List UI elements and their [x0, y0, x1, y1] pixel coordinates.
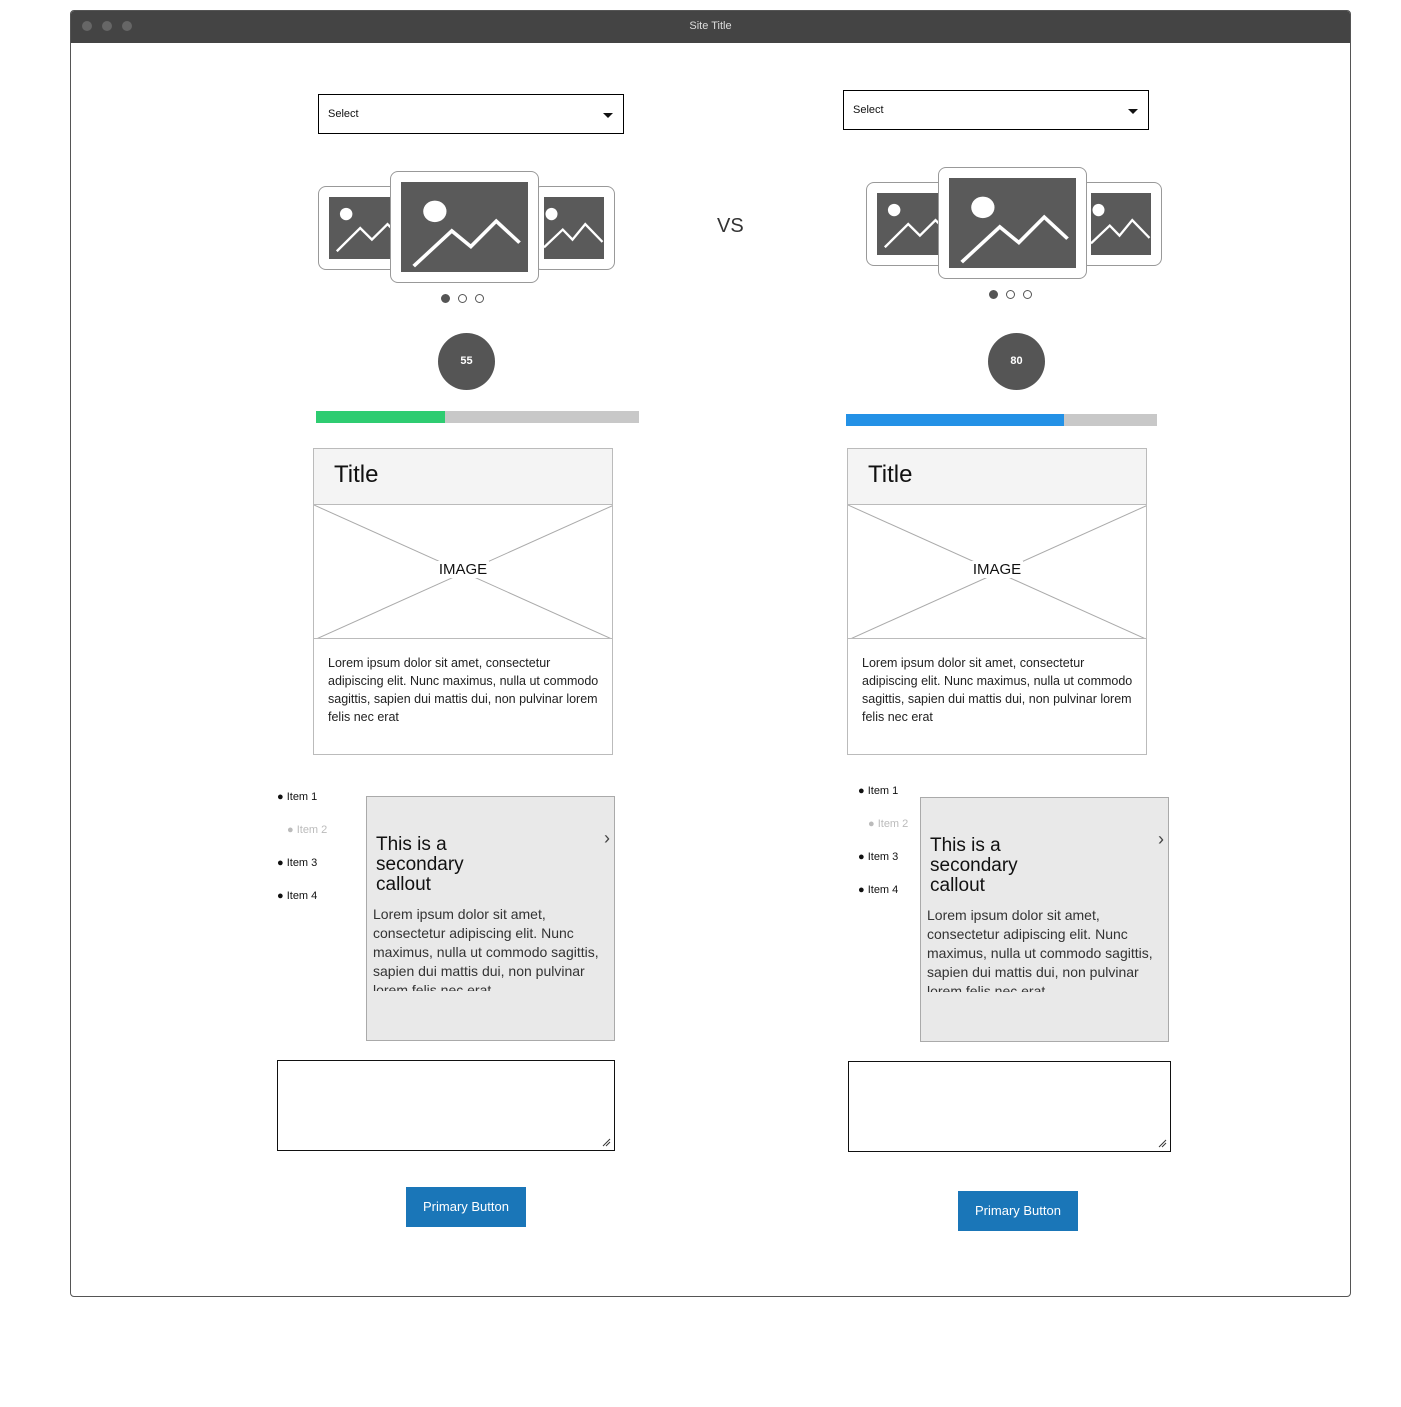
right-progress-bar	[846, 414, 1157, 426]
left-carousel-dots	[441, 294, 484, 303]
card-header: Title	[314, 449, 612, 504]
right-select-dropdown[interactable]: Select	[843, 90, 1149, 130]
left-progress-fill	[316, 411, 446, 423]
left-textarea[interactable]	[277, 1060, 615, 1151]
list-item[interactable]: ● Item 4	[858, 884, 898, 896]
chevron-right-icon[interactable]: ›	[604, 828, 610, 849]
right-carousel-dots	[989, 290, 1032, 299]
carousel-dot[interactable]	[1006, 290, 1015, 299]
carousel-dot[interactable]	[1023, 290, 1032, 299]
right-content-card: Title IMAGE Lorem ipsum dolor sit amet, …	[847, 448, 1147, 755]
carousel-dot[interactable]	[475, 294, 484, 303]
right-primary-button[interactable]: Primary Button	[958, 1191, 1078, 1231]
left-primary-button[interactable]: Primary Button	[406, 1187, 526, 1227]
image-label: IMAGE	[436, 561, 490, 578]
right-progress-fill	[846, 414, 1064, 426]
app-window: Site Title Select 55 Title IMAGE Lorem i…	[70, 10, 1351, 1297]
list-item[interactable]: ● Item 3	[858, 851, 898, 863]
carousel-dot[interactable]	[458, 294, 467, 303]
right-carousel-active-image[interactable]	[938, 167, 1087, 279]
left-secondary-callout: This is a secondary callout › Lorem ipsu…	[366, 796, 615, 1041]
image-placeholder-icon	[960, 196, 1069, 264]
right-carousel-next-image[interactable]	[1080, 182, 1162, 266]
left-carousel-active-image[interactable]	[390, 171, 539, 283]
list-item[interactable]: ● Item 1	[277, 791, 317, 803]
card-header: Title	[848, 449, 1146, 504]
resize-grip-icon[interactable]	[1157, 1138, 1167, 1148]
card-image-placeholder: IMAGE	[848, 504, 1146, 639]
list-item[interactable]: ● Item 2	[868, 818, 908, 830]
image-placeholder-icon	[544, 207, 604, 249]
resize-grip-icon[interactable]	[601, 1137, 611, 1147]
right-score-badge: 80	[988, 333, 1045, 390]
left-select-dropdown[interactable]: Select	[318, 94, 624, 134]
left-score-badge: 55	[438, 333, 495, 390]
list-item[interactable]: ● Item 4	[277, 890, 317, 902]
chevron-down-icon	[603, 113, 613, 118]
right-secondary-callout: This is a secondary callout › Lorem ipsu…	[920, 797, 1169, 1042]
image-label: IMAGE	[970, 561, 1024, 578]
card-body-text: Lorem ipsum dolor sit amet, consectetur …	[328, 656, 599, 724]
left-content-card: Title IMAGE Lorem ipsum dolor sit amet, …	[313, 448, 613, 755]
card-image-placeholder: IMAGE	[314, 504, 612, 639]
right-textarea[interactable]	[848, 1061, 1171, 1152]
callout-body: Lorem ipsum dolor sit amet, consectetur …	[927, 907, 1153, 992]
chevron-right-icon[interactable]: ›	[1158, 829, 1164, 850]
vs-label: VS	[717, 215, 744, 237]
card-title: Title	[334, 461, 379, 488]
callout-title: This is a secondary callout	[930, 835, 1018, 896]
chevron-down-icon	[1128, 109, 1138, 114]
left-progress-bar	[316, 411, 639, 423]
right-select-value: Select	[853, 104, 884, 116]
image-placeholder-icon	[1091, 203, 1151, 245]
window-title: Site Title	[689, 20, 732, 32]
left-carousel-next-image[interactable]	[533, 186, 615, 270]
image-placeholder-icon	[412, 200, 521, 268]
list-item[interactable]: ● Item 3	[277, 857, 317, 869]
list-item[interactable]: ● Item 2	[287, 824, 327, 836]
carousel-dot[interactable]	[989, 290, 998, 299]
card-title: Title	[868, 461, 913, 488]
callout-body: Lorem ipsum dolor sit amet, consectetur …	[373, 906, 599, 991]
carousel-dot[interactable]	[441, 294, 450, 303]
callout-title: This is a secondary callout	[376, 834, 464, 895]
title-bar: Site Title	[71, 11, 1350, 43]
card-body-text: Lorem ipsum dolor sit amet, consectetur …	[862, 656, 1133, 724]
list-item[interactable]: ● Item 1	[858, 785, 898, 797]
left-select-value: Select	[328, 108, 359, 120]
